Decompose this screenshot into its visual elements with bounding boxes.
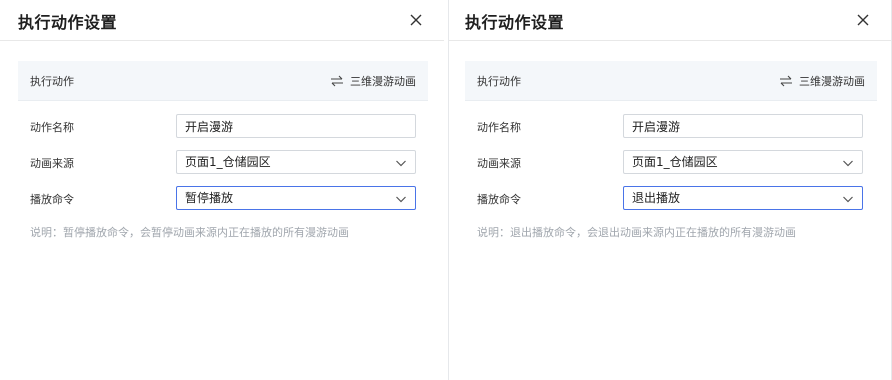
action-type-switch[interactable]: 三维漫游动画 <box>779 73 865 89</box>
help-text: 说明：暂停播放命令，会暂停动画来源内正在播放的所有漫游动画 <box>30 226 349 239</box>
select-value: 页面1_仓储园区 <box>185 155 271 169</box>
action-type-label: 三维漫游动画 <box>350 75 416 88</box>
action-bar: 执行动作 三维漫游动画 <box>465 61 877 101</box>
form-row-animation-source: 动画来源 页面1_仓储园区 <box>449 150 891 174</box>
field-label: 动作名称 <box>30 121 74 134</box>
panel-title: 执行动作设置 <box>465 13 565 32</box>
action-label: 执行动作 <box>30 75 74 88</box>
close-icon <box>857 14 869 26</box>
field-label: 播放命令 <box>477 193 521 206</box>
close-icon <box>410 14 422 26</box>
panel-title: 执行动作设置 <box>18 13 118 32</box>
animation-source-select[interactable]: 页面1_仓储园区 <box>176 150 416 174</box>
chevron-down-icon <box>842 193 854 205</box>
action-label: 执行动作 <box>477 75 521 88</box>
select-value: 退出播放 <box>632 191 681 205</box>
field-label: 动画来源 <box>477 157 521 170</box>
panel-header: 执行动作设置 <box>449 0 891 41</box>
field-label: 动作名称 <box>477 121 521 134</box>
select-value: 页面1_仓储园区 <box>632 155 718 169</box>
chevron-down-icon <box>842 157 854 169</box>
form-row-play-command: 播放命令 暂停播放 <box>0 186 444 210</box>
help-text: 说明：退出播放命令，会退出动画来源内正在播放的所有漫游动画 <box>477 226 796 239</box>
action-name-input[interactable] <box>623 114 863 138</box>
animation-source-select[interactable]: 页面1_仓储园区 <box>623 150 863 174</box>
field-label: 动画来源 <box>30 157 74 170</box>
stage: 执行动作设置 执行动作 三维漫游动画 动作名称 开启漫游 动画来源 页面1_仓储… <box>0 0 892 380</box>
form-row-action-name: 动作名称 <box>449 114 891 138</box>
action-bar: 执行动作 三维漫游动画 <box>18 61 428 101</box>
field-label: 播放命令 <box>30 193 74 206</box>
play-command-select[interactable]: 暂停播放 <box>176 186 416 210</box>
action-settings-panel-right: 执行动作设置 执行动作 三维漫游动画 动作名称 开启漫游 动画来源 页面1_仓储… <box>448 0 892 380</box>
action-name-input[interactable] <box>176 114 416 138</box>
panel-header: 执行动作设置 <box>0 0 444 41</box>
close-button[interactable] <box>406 10 426 30</box>
swap-arrows-icon <box>779 75 793 87</box>
select-value: 暂停播放 <box>185 191 234 205</box>
action-type-label: 三维漫游动画 <box>799 75 865 88</box>
action-settings-panel-left: 执行动作设置 执行动作 三维漫游动画 动作名称 开启漫游 动画来源 页面1_仓储… <box>0 0 444 380</box>
play-command-select[interactable]: 退出播放 <box>623 186 863 210</box>
swap-arrows-icon <box>330 75 344 87</box>
chevron-down-icon <box>395 193 407 205</box>
close-button[interactable] <box>853 10 873 30</box>
form-row-animation-source: 动画来源 页面1_仓储园区 <box>0 150 444 174</box>
form-row-play-command: 播放命令 退出播放 <box>449 186 891 210</box>
chevron-down-icon <box>395 157 407 169</box>
action-type-switch[interactable]: 三维漫游动画 <box>330 73 416 89</box>
form-row-action-name: 动作名称 <box>0 114 444 138</box>
